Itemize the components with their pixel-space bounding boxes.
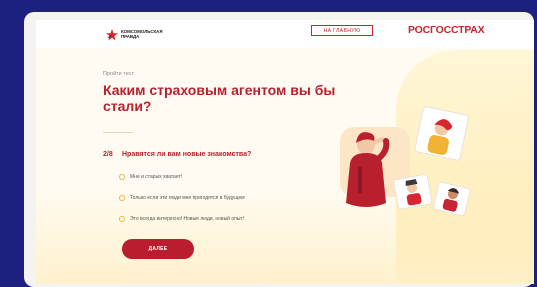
title-divider — [103, 132, 133, 133]
home-button[interactable]: НА ГЛАВНУЮ — [311, 25, 373, 36]
quiz-illustration — [340, 106, 471, 217]
radio-icon[interactable] — [119, 195, 125, 201]
kp-star-icon — [106, 29, 118, 41]
question-progress: 2/8 — [103, 151, 113, 158]
radio-icon[interactable] — [119, 216, 125, 222]
answer-option-3[interactable]: Это всегда интересно! Новые люди, новый … — [119, 216, 244, 222]
kp-logo[interactable]: Комсомольская правда — [106, 27, 165, 43]
answer-option-2[interactable]: Только если эти люди мне пригодятся в бу… — [119, 195, 245, 201]
answer-option-1[interactable]: Мне и старых хватает! — [119, 174, 182, 180]
answer-option-label: Только если эти люди мне пригодятся в бу… — [130, 195, 245, 201]
site-header: Комсомольская правда НА ГЛАВНУЮ РОСГОССТ… — [36, 20, 534, 48]
page-title: Каким страховым агентом вы бы стали? — [103, 82, 336, 114]
rgs-logo[interactable]: РОСГОССТРАХ — [408, 24, 485, 36]
quiz-page: Комсомольская правда НА ГЛАВНУЮ РОСГОССТ… — [36, 20, 534, 284]
answer-option-label: Это всегда интересно! Новые люди, новый … — [130, 216, 245, 222]
question-text: Нравятся ли вам новые знакомства? — [122, 151, 252, 158]
kp-logo-text: Комсомольская правда — [121, 29, 163, 39]
next-button[interactable]: ДАЛЕЕ — [122, 239, 194, 259]
breadcrumb[interactable]: Пройти тест — [103, 71, 134, 77]
radio-icon[interactable] — [119, 174, 125, 180]
answer-option-label: Мне и старых хватает! — [130, 174, 183, 180]
